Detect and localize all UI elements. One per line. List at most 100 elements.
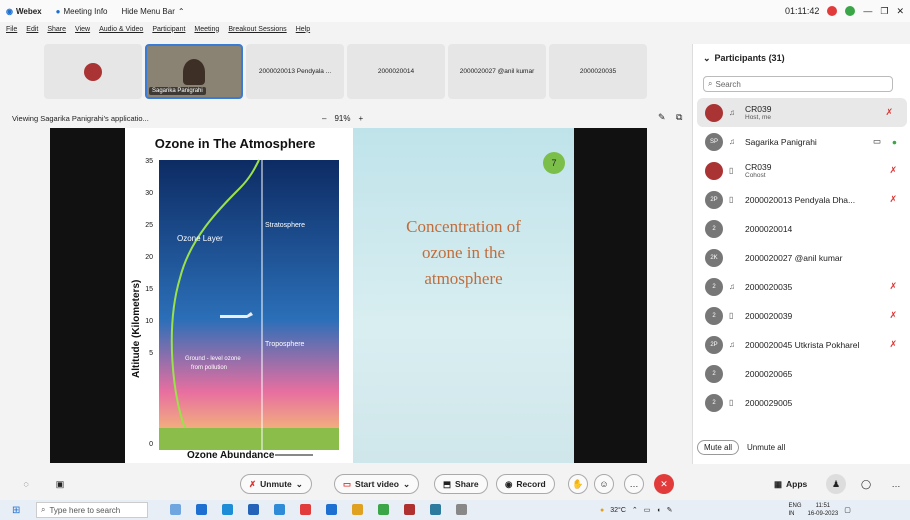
- avatar: 2K: [705, 248, 723, 267]
- share-button[interactable]: ⬒ Share: [434, 474, 488, 494]
- participant-row[interactable]: 2P ♫ 2000020045 Utkrista Pokharel ✗: [693, 330, 910, 359]
- ground-strip: [159, 428, 339, 450]
- participant-row[interactable]: ♫ CR039 Host, me ✗: [697, 98, 907, 127]
- raise-hand-icon[interactable]: ✋: [568, 474, 588, 494]
- mic-on-icon[interactable]: ●: [892, 137, 897, 147]
- mute-all-button[interactable]: Mute all: [697, 440, 740, 455]
- muted-mic-icon[interactable]: ✗: [889, 339, 897, 350]
- participants-header[interactable]: ⌄ Participants (31): [693, 44, 910, 72]
- participant-row[interactable]: 2 2000020065: [693, 359, 910, 388]
- more-options-icon[interactable]: …: [624, 474, 644, 494]
- participant-name: 2000020014: [745, 223, 793, 234]
- zoom-control: – 91% +: [322, 110, 363, 126]
- menu-file[interactable]: File: [6, 26, 17, 33]
- taskbar-app-icon[interactable]: [378, 504, 389, 515]
- chat-icon[interactable]: ◯: [856, 474, 876, 494]
- participant-row[interactable]: 2K 2000020027 @anil kumar: [693, 243, 910, 272]
- unmute-all-button[interactable]: Unmute all: [747, 443, 785, 452]
- volume-icon[interactable]: ◖: [656, 507, 660, 514]
- windows-start-icon[interactable]: ⊞: [12, 505, 20, 516]
- taskbar-app-icon[interactable]: [196, 504, 207, 515]
- leave-meeting-button[interactable]: ✕: [654, 474, 674, 494]
- tray-chevron-icon[interactable]: ⌃: [632, 506, 638, 514]
- participant-name: 2000020045 Utkrista Pokharel: [745, 339, 860, 350]
- thumbnail-participant[interactable]: 2000020027 @anil kumar: [448, 44, 546, 99]
- menu-breakout[interactable]: Breakout Sessions: [228, 26, 286, 33]
- menu-meeting[interactable]: Meeting: [194, 26, 219, 33]
- participants-toggle-icon[interactable]: ♟: [826, 474, 846, 494]
- menu-audio-video[interactable]: Audio & Video: [99, 26, 143, 33]
- pen-icon[interactable]: ✎: [667, 506, 673, 514]
- participant-row[interactable]: 2 ▯ 2000020039 ✗: [693, 301, 910, 330]
- minimize-button[interactable]: —: [863, 6, 872, 16]
- taskbar-app-icon[interactable]: [430, 504, 441, 515]
- thumbnail-host[interactable]: [44, 44, 142, 99]
- participant-row[interactable]: 2 2000020014: [693, 214, 910, 243]
- annotate-icon[interactable]: ✎: [658, 112, 666, 123]
- participant-row[interactable]: ▯ CR039 Cohost ✗: [693, 156, 910, 185]
- participant-row[interactable]: SP ♫ Sagarika Panigrahi ▭ ●: [693, 127, 910, 156]
- muted-mic-icon[interactable]: ✗: [889, 310, 897, 321]
- participant-search-input[interactable]: ⌕ Search: [703, 76, 893, 92]
- troposphere-label: Troposphere: [265, 341, 305, 348]
- headset-icon: ♫: [729, 340, 735, 349]
- hide-menu-bar-button[interactable]: Hide Menu Bar ⌃: [122, 7, 185, 16]
- webex-app-menu[interactable]: ◉ Webex: [6, 7, 42, 16]
- participant-name: 2000020039: [745, 310, 793, 321]
- menu-participant[interactable]: Participant: [152, 26, 185, 33]
- menu-edit[interactable]: Edit: [26, 26, 38, 33]
- taskbar-app-icon[interactable]: [274, 504, 285, 515]
- taskbar-search-input[interactable]: ⌕ Type here to search: [36, 502, 148, 518]
- zoom-in-button[interactable]: +: [358, 114, 363, 123]
- popout-icon[interactable]: ⧉: [676, 112, 682, 123]
- muted-mic-icon[interactable]: ✗: [889, 281, 897, 292]
- club-logo-icon: [84, 62, 102, 81]
- captions-icon[interactable]: ▣: [50, 474, 70, 494]
- close-button[interactable]: ✕: [896, 6, 904, 17]
- ozone-diagram-panel: Ozone in The Atmosphere 35 30 25 20 15 1…: [125, 128, 353, 463]
- clock[interactable]: 11:51 16-09-2023: [808, 502, 839, 518]
- participant-row[interactable]: 2P ▯ 2000020013 Pendyala Dha... ✗: [693, 185, 910, 214]
- menu-help[interactable]: Help: [296, 26, 310, 33]
- meeting-timer: 01:11:42: [785, 6, 820, 16]
- taskbar-app-icon[interactable]: [352, 504, 363, 515]
- taskbar-app-icon[interactable]: [404, 504, 415, 515]
- region-label: IN: [788, 511, 795, 517]
- settings-icon[interactable]: [456, 504, 467, 515]
- taskbar-app-icon[interactable]: [222, 504, 233, 515]
- start-video-label: Start video: [355, 479, 399, 489]
- participant-row[interactable]: 2 ♫ 2000020035 ✗: [693, 272, 910, 301]
- thumbnail-participant[interactable]: 2000020013 Pendyala ...: [246, 44, 344, 99]
- thumbnail-participant[interactable]: 2000020014: [347, 44, 445, 99]
- pollution-label: from pollution: [191, 365, 227, 371]
- participant-row[interactable]: 2 ▯ 2000029005: [693, 388, 910, 417]
- apps-button[interactable]: ▦ Apps: [766, 474, 815, 494]
- muted-mic-icon[interactable]: ✗: [889, 194, 897, 205]
- temperature: 32°C: [610, 506, 626, 514]
- webex-logo-icon: ◉: [6, 6, 13, 16]
- taskbar-app-icon[interactable]: [300, 504, 311, 515]
- reactions-icon[interactable]: ◌: [16, 474, 36, 494]
- taskbar-app-icon[interactable]: [170, 504, 181, 515]
- thumbnail-participant[interactable]: 2000020035: [549, 44, 647, 99]
- avatar: 2: [705, 393, 723, 412]
- taskbar-app-icon[interactable]: [248, 504, 259, 515]
- more-icon[interactable]: …: [886, 474, 906, 494]
- taskbar-app-icon[interactable]: [326, 504, 337, 515]
- menu-share[interactable]: Share: [47, 26, 66, 33]
- record-button[interactable]: ◉ Record: [496, 474, 555, 494]
- notifications-icon[interactable]: ▢: [844, 506, 851, 514]
- language-indicator[interactable]: ENG IN: [788, 502, 801, 518]
- start-video-button[interactable]: ▭ Start video ⌄: [334, 474, 420, 494]
- network-icon[interactable]: ▭: [644, 506, 651, 514]
- emoji-icon[interactable]: ☺: [594, 474, 614, 494]
- thumbnail-presenter[interactable]: Sagarika Panigrahi: [145, 44, 243, 99]
- unmute-button[interactable]: ✗ Unmute ⌄: [240, 474, 312, 494]
- restore-button[interactable]: ❐: [880, 6, 888, 17]
- muted-mic-icon[interactable]: ✗: [885, 107, 893, 118]
- meeting-info-button[interactable]: ● Meeting Info: [56, 7, 108, 16]
- menu-view[interactable]: View: [75, 26, 90, 33]
- muted-mic-icon[interactable]: ✗: [889, 165, 897, 176]
- share-icon: ⬒: [443, 478, 452, 489]
- zoom-out-button[interactable]: –: [322, 114, 326, 123]
